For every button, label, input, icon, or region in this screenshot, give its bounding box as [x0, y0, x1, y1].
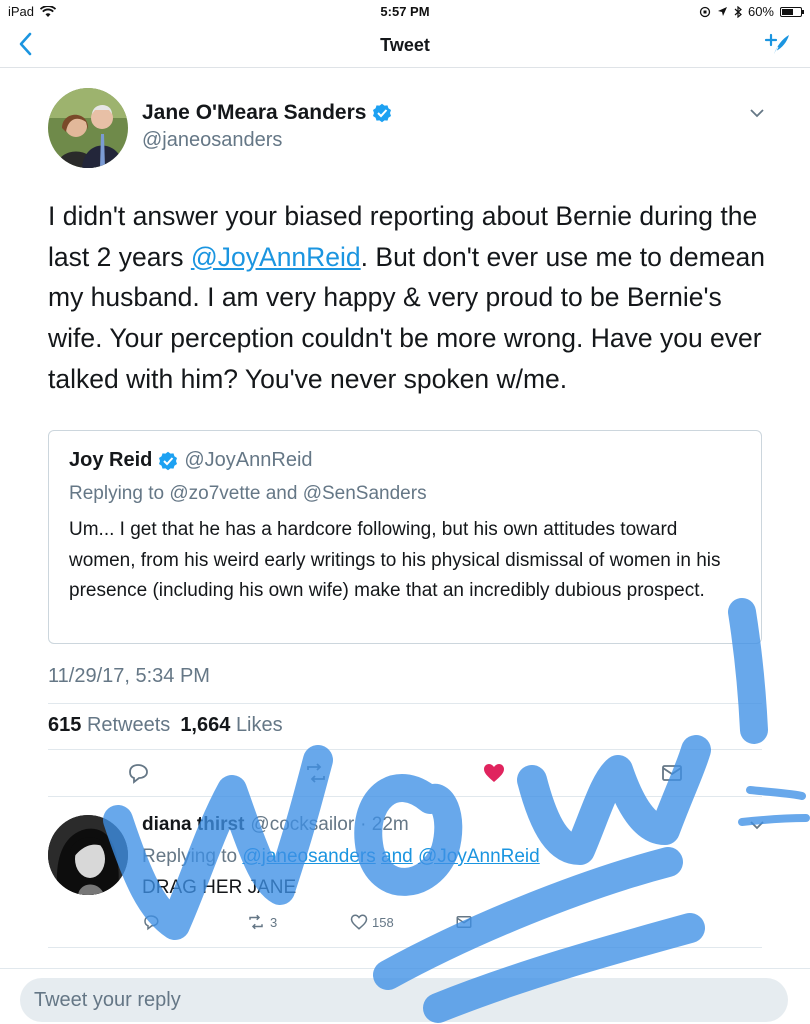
- quoted-handle: @JoyAnnReid: [184, 449, 313, 471]
- divider: [48, 796, 762, 797]
- quoted-text: Um... I get that he has a hardcore follo…: [69, 519, 721, 601]
- replying-mention-1[interactable]: @janeosanders: [242, 846, 375, 867]
- reply-avatar[interactable]: [48, 815, 128, 895]
- retweet-icon[interactable]: [304, 761, 328, 785]
- quoted-name: Joy Reid: [69, 449, 153, 471]
- author-name-text: Jane O'Meara Sanders: [142, 101, 367, 124]
- quoted-tweet[interactable]: Joy Reid @JoyAnnReid Replying to @zo7vet…: [48, 430, 762, 644]
- direct-message-icon[interactable]: [660, 761, 684, 785]
- tweet-text: I didn't answer your biased reporting ab…: [48, 196, 768, 400]
- page-title: Tweet: [380, 35, 430, 55]
- tweet-mention-link[interactable]: @JoyAnnReid: [191, 242, 361, 272]
- reply-bar: [0, 968, 810, 1024]
- reply-header: diana thirst @cocksailor · 22m: [142, 814, 409, 836]
- reply-author-name[interactable]: diana thirst: [142, 814, 244, 836]
- author-handle[interactable]: @janeosanders: [142, 129, 282, 152]
- nav-bar: Tweet: [0, 22, 810, 68]
- chevron-down-icon[interactable]: [748, 106, 766, 120]
- author-name[interactable]: Jane O'Meara Sanders: [142, 101, 392, 125]
- replying-mention-2[interactable]: @JoyAnnReid: [418, 846, 540, 867]
- tweet-timestamp: 11/29/17, 5:34 PM: [48, 665, 210, 687]
- liked-heart-icon[interactable]: [482, 761, 506, 785]
- reply-author-handle[interactable]: @cocksailor: [250, 814, 354, 836]
- status-bar: iPad 5:57 PM 60%: [0, 0, 810, 22]
- likes-stat[interactable]: 1,664 Likes: [180, 714, 282, 737]
- retweet-icon: [249, 914, 263, 930]
- replying-and: and: [381, 846, 413, 867]
- verified-badge-icon: [373, 103, 392, 123]
- retweets-stat[interactable]: 615 Retweets: [48, 714, 170, 737]
- orientation-lock-icon: [699, 6, 711, 17]
- likes-count: 1,664: [180, 714, 231, 736]
- reply-icon[interactable]: [126, 761, 150, 785]
- reply-input[interactable]: [20, 978, 788, 1022]
- bluetooth-icon: [734, 5, 742, 18]
- compose-tweet-icon[interactable]: [762, 30, 792, 58]
- divider: [48, 703, 762, 704]
- divider: [48, 749, 762, 750]
- reply-icon: [144, 915, 159, 931]
- heart-icon: [350, 914, 368, 930]
- engagement-counts: 615 Retweets 1,664 Likes: [48, 714, 283, 737]
- battery-percent: 60%: [747, 4, 774, 19]
- reply-retweet-count: 3: [270, 914, 278, 930]
- retweets-label: Retweets: [86, 714, 171, 736]
- divider: [48, 947, 762, 948]
- reply-like-button[interactable]: 158: [350, 912, 394, 932]
- reply-retweet-button[interactable]: 3: [246, 912, 277, 932]
- reply-age: · 22m: [360, 814, 409, 835]
- direct-message-icon: [456, 916, 472, 928]
- quoted-author: Joy Reid @JoyAnnReid: [69, 449, 313, 472]
- verified-badge-icon: [159, 451, 178, 470]
- reply-reply-button[interactable]: [142, 912, 160, 932]
- chevron-down-icon[interactable]: [748, 818, 766, 832]
- replying-prefix: Replying to: [142, 846, 238, 867]
- likes-label: Likes: [235, 714, 283, 736]
- author-avatar[interactable]: [48, 88, 128, 168]
- retweets-count: 615: [48, 714, 82, 736]
- reply-replying-to: Replying to @janeosanders and @JoyAnnRei…: [142, 846, 540, 868]
- quoted-replying-to: Replying to @zo7vette and @SenSanders: [69, 483, 427, 504]
- battery-icon: [780, 6, 804, 17]
- reply-text: DRAG HER JANE: [142, 877, 297, 898]
- reply-dm-button[interactable]: [455, 912, 473, 932]
- reply-like-count: 158: [372, 914, 394, 930]
- location-icon: [717, 7, 727, 16]
- clock: 5:57 PM: [380, 4, 430, 19]
